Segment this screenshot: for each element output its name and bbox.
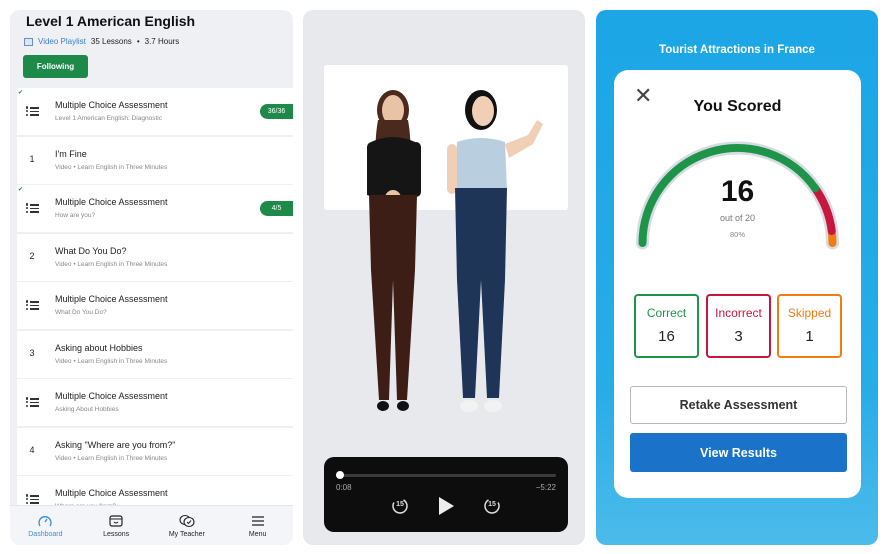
list-item[interactable]: ✔ Multiple Choice Assessment Level 1 Ameri…	[17, 88, 293, 135]
elapsed-time: 0:08	[336, 483, 352, 492]
playlist-screen: Level 1 American English Video Playlist …	[10, 10, 293, 545]
video-presenters-image	[367, 90, 543, 412]
playlist-type[interactable]: Video Playlist	[38, 37, 86, 46]
assessment-list-icon	[25, 105, 39, 120]
skipped-stat: Skipped 1	[777, 294, 842, 358]
correct-count: 16	[658, 328, 675, 345]
lesson-number: 2	[29, 250, 35, 261]
score-out-of: out of 20	[719, 213, 756, 223]
completed-check-icon: ✔	[18, 187, 24, 193]
item-subtitle: Video • Learn English in Three Minutes	[55, 260, 168, 268]
score-value: 16	[720, 175, 755, 208]
item-subtitle: Level 1 American English: Diagnostic	[55, 115, 162, 122]
chat-icon	[179, 514, 195, 528]
progress-scrubber[interactable]	[336, 474, 556, 477]
incorrect-label: Incorrect	[715, 306, 762, 320]
lessons-icon	[108, 514, 124, 528]
nav-label: Lessons	[103, 530, 130, 538]
item-title: I'm Fine	[55, 148, 87, 159]
list-item[interactable]: 1 I'm Fine Video • Learn English in Three …	[17, 136, 293, 184]
score-badge: 36/36	[260, 104, 293, 119]
lesson-number: 3	[29, 347, 35, 358]
nav-dashboard[interactable]: Dashboard	[10, 506, 81, 545]
view-results-button[interactable]: View Results	[630, 433, 847, 472]
list-item[interactable]: ✔ Multiple Choice Assessment How are you? 4…	[17, 185, 293, 232]
correct-stat: Correct 16	[634, 294, 699, 358]
lesson-list[interactable]: ✔ Multiple Choice Assessment Level 1 Ameri…	[17, 88, 293, 525]
incorrect-stat: Incorrect 3	[706, 294, 771, 358]
remaining-time: −5:22	[535, 483, 556, 492]
play-icon[interactable]	[437, 496, 455, 516]
nav-lessons[interactable]: Lessons	[81, 506, 152, 545]
correct-label: Correct	[646, 306, 687, 320]
list-item[interactable]: Multiple Choice Assessment What Do You Do…	[17, 282, 293, 329]
playlist-title: Level 1 American English	[26, 13, 196, 29]
list-item[interactable]: 3 Asking about Hobbies Video • Learn Engli…	[17, 330, 293, 378]
completed-check-icon: ✔	[18, 90, 24, 96]
retake-assessment-button[interactable]: Retake Assessment	[630, 386, 847, 424]
item-title: Multiple Choice Assessment	[55, 197, 168, 207]
item-title: Multiple Choice Assessment	[55, 100, 168, 110]
lesson-number: 4	[29, 444, 35, 455]
item-subtitle: Asking About Hobbies	[55, 406, 119, 413]
item-subtitle: Video • Learn English in Three Minutes	[55, 163, 168, 171]
item-title: What Do You Do?	[55, 245, 127, 256]
score-badge: 4/5	[260, 201, 293, 216]
scrubber-handle[interactable]	[336, 471, 345, 479]
list-item[interactable]: 2 What Do You Do? Video • Learn English in…	[17, 233, 293, 281]
item-title: Asking about Hobbies	[55, 342, 143, 353]
item-subtitle: How are you?	[55, 212, 96, 219]
score-heading: You Scored	[693, 98, 782, 115]
assessment-list-icon	[25, 396, 39, 411]
score-card: ✕ You Scored 16 out of 20 80% Correct 16…	[614, 70, 861, 498]
item-title: Multiple Choice Assessment	[55, 294, 168, 304]
item-subtitle: What Do You Do?	[55, 309, 107, 316]
skipped-count: 1	[805, 328, 814, 345]
playlist-meta: Video Playlist 35 Lessons • 3.7 Hours	[24, 37, 179, 46]
skip-forward-15-button[interactable]: 15	[483, 497, 501, 515]
video-playlist-icon	[24, 37, 33, 46]
assessment-list-icon	[25, 299, 39, 314]
lesson-number: 1	[29, 153, 35, 164]
item-title: Asking "Where are you from?"	[55, 439, 176, 450]
nav-menu[interactable]: Menu	[222, 506, 293, 545]
nav-my-teacher[interactable]: My Teacher	[152, 506, 223, 545]
video-screen: 0:08 −5:22 15 15	[303, 10, 585, 545]
following-button[interactable]: Following	[23, 55, 88, 78]
meta-separator: •	[136, 37, 140, 46]
skipped-label: Skipped	[787, 306, 832, 320]
skip-back-15-button[interactable]: 15	[391, 497, 409, 515]
item-title: Multiple Choice Assessment	[55, 391, 168, 401]
list-item[interactable]: Multiple Choice Assessment Asking About H…	[17, 379, 293, 426]
skip-back-label: 15	[396, 501, 404, 508]
duration: 3.7 Hours	[144, 37, 180, 46]
lesson-count: 35 Lessons	[90, 37, 132, 46]
video-player-controls: 0:08 −5:22 15 15	[324, 457, 568, 532]
lesson-title: Tourist Attractions in France	[659, 44, 815, 56]
nav-label: Menu	[248, 530, 267, 538]
bottom-nav: Dashboard Lessons My Teacher Menu	[10, 505, 293, 545]
nav-label: My Teacher	[168, 530, 205, 538]
menu-icon	[250, 514, 266, 528]
item-title: Multiple Choice Assessment	[55, 488, 168, 498]
score-percent: 80%	[729, 230, 745, 239]
skip-forward-label: 15	[488, 501, 496, 508]
item-subtitle: Video • Learn English in Three Minutes	[55, 357, 168, 365]
assessment-list-icon	[25, 202, 39, 217]
item-subtitle: Video • Learn English in Three Minutes	[55, 454, 168, 462]
score-screen: Tourist Attractions in France ✕ You Scor…	[596, 10, 878, 545]
nav-label: Dashboard	[28, 530, 63, 538]
incorrect-count: 3	[734, 328, 743, 345]
dashboard-icon	[37, 514, 53, 528]
list-item[interactable]: 4 Asking "Where are you from?" Video • Lea…	[17, 427, 293, 475]
